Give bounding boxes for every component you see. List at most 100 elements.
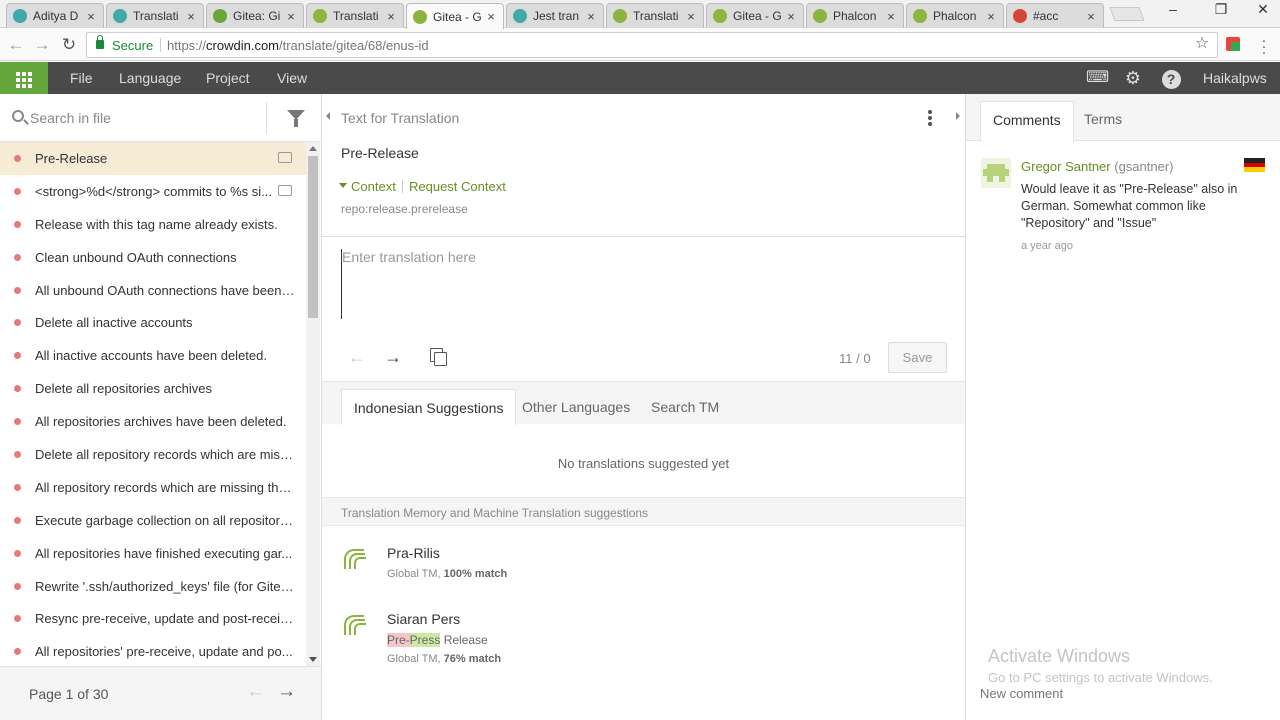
browser-tab[interactable]: Aditya D × [6,3,104,28]
copy-source-icon[interactable] [430,348,447,366]
forward-icon[interactable]: → [32,35,52,55]
comment-icon[interactable] [278,152,292,163]
save-button[interactable]: Save [888,342,947,373]
comment-icon[interactable] [278,184,292,196]
new-comment-input[interactable]: New comment [980,686,1063,701]
browser-tab[interactable]: Phalcon × [906,3,1004,28]
next-page-icon[interactable]: → [277,681,296,703]
close-tab-icon[interactable]: × [885,9,897,24]
close-tab-icon[interactable]: × [485,9,497,24]
menu-view[interactable]: View [277,70,307,86]
char-counter: 11 / 0 [839,351,871,366]
scrollbar-thumb[interactable] [308,156,318,318]
close-tab-icon[interactable]: × [685,9,697,24]
browser-menu-icon[interactable]: ... [1259,30,1269,57]
menu-file[interactable]: File [70,70,93,86]
tab-other-languages[interactable]: Other Languages [510,389,642,425]
minimize-icon[interactable]: – [1158,0,1188,18]
menu-language[interactable]: Language [119,70,181,86]
apps-grid-icon[interactable] [0,62,48,94]
prev-string-icon[interactable]: ← [348,347,366,368]
list-item[interactable]: Delete all repository records which are … [0,438,306,471]
browser-tab[interactable]: #acc × [1006,3,1104,28]
string-key: repo:release.prerelease [341,202,468,216]
list-item[interactable]: Clean unbound OAuth connections [0,241,306,274]
browser-tab[interactable]: Phalcon × [806,3,904,28]
tab-indonesian-suggestions[interactable]: Indonesian Suggestions [341,389,517,425]
list-item[interactable]: Rewrite '.ssh/authorized_keys' file (for… [0,570,306,603]
list-item[interactable]: Execute garbage collection on all reposi… [0,504,306,537]
close-tab-icon[interactable]: × [785,9,797,24]
close-window-icon[interactable]: ✕ [1248,0,1278,18]
tm-suggestion[interactable]: Siaran Pers Pre-Press Release Global TM,… [322,611,965,671]
collapse-right-icon[interactable] [956,112,960,120]
list-item[interactable]: All repositories have finished executing… [0,537,306,570]
list-item[interactable]: Resync pre-receive, update and post-rece… [0,602,306,635]
close-tab-icon[interactable]: × [585,9,597,24]
favicon-icon [13,9,27,23]
bookmark-star-icon[interactable]: ☆ [1195,33,1209,53]
untranslated-status-icon [14,418,21,426]
prev-page-icon[interactable]: ← [246,681,265,703]
url-text: https://crowdin.com/translate/gitea/68/e… [167,38,429,53]
suggestion-source-diff: Pre-Press Release [387,633,488,647]
user-name[interactable]: Haikalpws [1203,70,1267,86]
untranslated-status-icon [14,253,21,261]
gear-icon[interactable]: ⚙ [1123,68,1143,88]
context-link[interactable]: Context [351,179,396,194]
more-options-icon[interactable] [928,110,932,128]
tab-comments[interactable]: Comments [980,101,1074,142]
list-item[interactable]: All unbound OAuth connections have been … [0,274,306,307]
reload-icon[interactable]: ↻ [59,35,79,55]
tab-search-tm[interactable]: Search TM [639,389,731,425]
request-context-link[interactable]: Request Context [409,179,506,194]
menu-project[interactable]: Project [206,70,250,86]
help-icon[interactable]: ? [1161,68,1181,89]
list-item[interactable]: All inactive accounts have been deleted. [0,339,306,372]
lock-icon [96,35,104,49]
list-item[interactable]: Release with this tag name already exist… [0,208,306,241]
browser-tab[interactable]: Jest tran × [506,3,604,28]
comment-text: Would leave it as "Pre-Release" also in … [1021,182,1238,230]
back-icon[interactable]: ← [6,35,26,55]
url-field[interactable]: Secure https://crowdin.com/translate/git… [86,32,1218,58]
close-tab-icon[interactable]: × [1085,9,1097,24]
extension-icon[interactable] [1226,37,1240,51]
source-header: Text for Translation [341,110,460,126]
next-string-icon[interactable]: → [384,347,402,368]
browser-tab[interactable]: Gitea: Gi × [206,3,304,28]
browser-tab[interactable]: Gitea - G × [406,3,504,29]
string-list-scrollbar[interactable] [306,142,320,666]
list-item[interactable]: All repository records which are missing… [0,471,306,504]
translation-input[interactable] [341,249,941,319]
comment-author[interactable]: Gregor Santner (gsantner) [1021,159,1173,174]
list-item[interactable]: All repositories' pre-receive, update an… [0,635,306,666]
close-tab-icon[interactable]: × [185,9,197,24]
browser-tab[interactable]: Gitea - G × [706,3,804,28]
scroll-down-icon[interactable] [309,657,317,662]
filter-icon[interactable] [287,110,305,127]
new-tab-button[interactable] [1109,7,1145,21]
browser-tab[interactable]: Translati × [606,3,704,28]
list-item[interactable]: <strong>%d</strong> commits to %s si... [0,175,306,208]
tab-title: Gitea - G [433,9,481,24]
scroll-up-icon[interactable] [309,146,317,151]
untranslated-status-icon [14,549,21,557]
close-tab-icon[interactable]: × [285,9,297,24]
list-item[interactable]: Delete all repositories archives [0,372,306,405]
close-tab-icon[interactable]: × [385,9,397,24]
collapse-left-icon[interactable] [326,112,330,120]
restore-icon[interactable]: ❐ [1206,0,1236,18]
browser-tab[interactable]: Translati × [306,3,404,28]
list-item[interactable]: Pre-Release [0,142,306,175]
tab-terms[interactable]: Terms [1072,101,1134,142]
search-input[interactable] [30,106,250,130]
list-item[interactable]: Delete all inactive accounts [0,306,306,339]
caret-down-icon[interactable] [339,183,347,188]
browser-tab[interactable]: Translati × [106,3,204,28]
tm-suggestion[interactable]: Pra-Rilis Global TM, 100% match [322,545,965,605]
close-tab-icon[interactable]: × [985,9,997,24]
list-item[interactable]: All repositories archives have been dele… [0,405,306,438]
close-tab-icon[interactable]: × [85,9,97,24]
keyboard-icon[interactable]: ⌨ [1086,68,1109,88]
